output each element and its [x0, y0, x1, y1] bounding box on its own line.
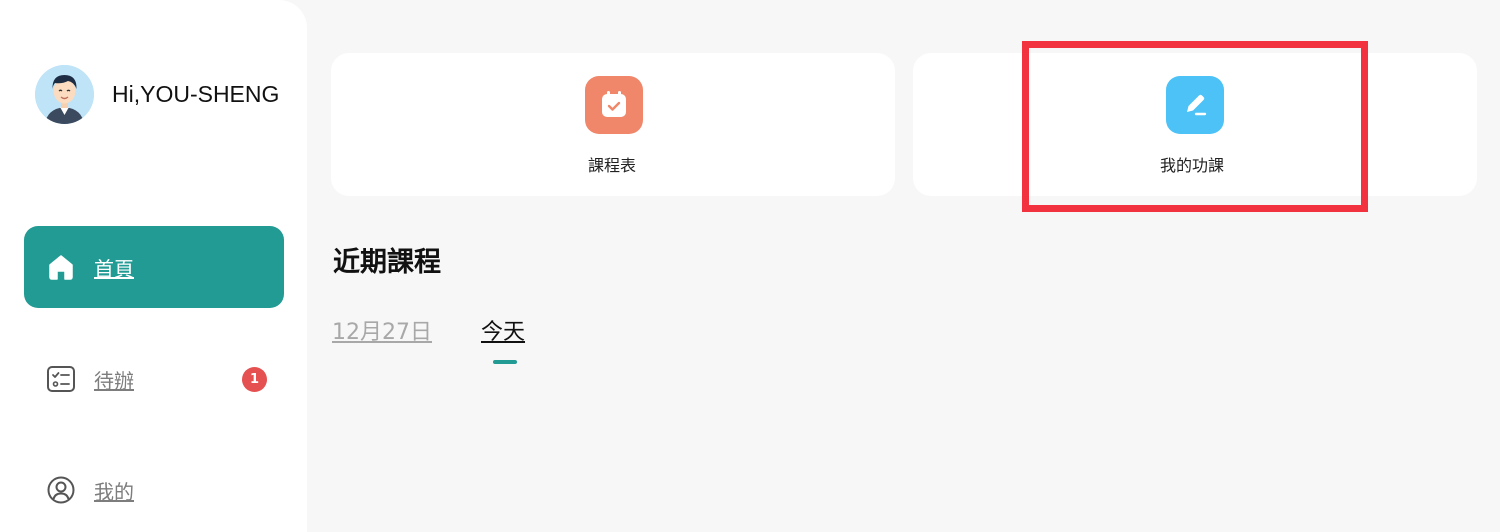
user-greeting: Hi,YOU-SHENG: [112, 81, 280, 107]
card-label: 課程表: [588, 156, 637, 175]
card-homework[interactable]: 我的功課: [913, 53, 1477, 196]
card-schedule[interactable]: 課程表: [331, 53, 895, 196]
sidebar-item-home[interactable]: 首頁: [24, 226, 284, 308]
tab-today[interactable]: 今天: [481, 314, 525, 346]
tab-date[interactable]: 12月27日: [332, 314, 432, 346]
card-label: 我的功課: [1160, 156, 1225, 175]
sidebar-item-todo[interactable]: 待辦 1: [24, 338, 284, 420]
calendar-check-icon: [585, 76, 643, 134]
user-icon: [46, 475, 76, 505]
sidebar-item-label: 首頁: [94, 256, 134, 281]
sidebar-item-mine[interactable]: 我的: [24, 449, 284, 531]
sidebar-item-label: 我的: [94, 479, 134, 504]
avatar: [35, 65, 94, 124]
checklist-icon: [46, 364, 76, 394]
section-title: 近期課程: [333, 247, 441, 278]
tab-indicator: [493, 360, 517, 364]
user-profile[interactable]: Hi,YOU-SHENG: [35, 65, 279, 124]
sidebar: Hi,YOU-SHENG 首頁 待辦 1 我的: [0, 0, 307, 532]
home-icon: [46, 252, 76, 282]
notification-badge: 1: [242, 367, 267, 392]
pencil-icon: [1166, 76, 1224, 134]
sidebar-item-label: 待辦: [94, 368, 134, 393]
